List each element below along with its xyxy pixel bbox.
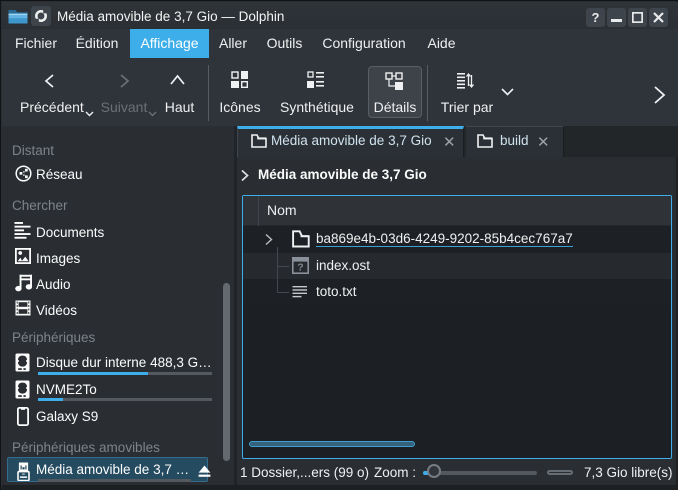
svg-text:?: ? [297,262,303,274]
